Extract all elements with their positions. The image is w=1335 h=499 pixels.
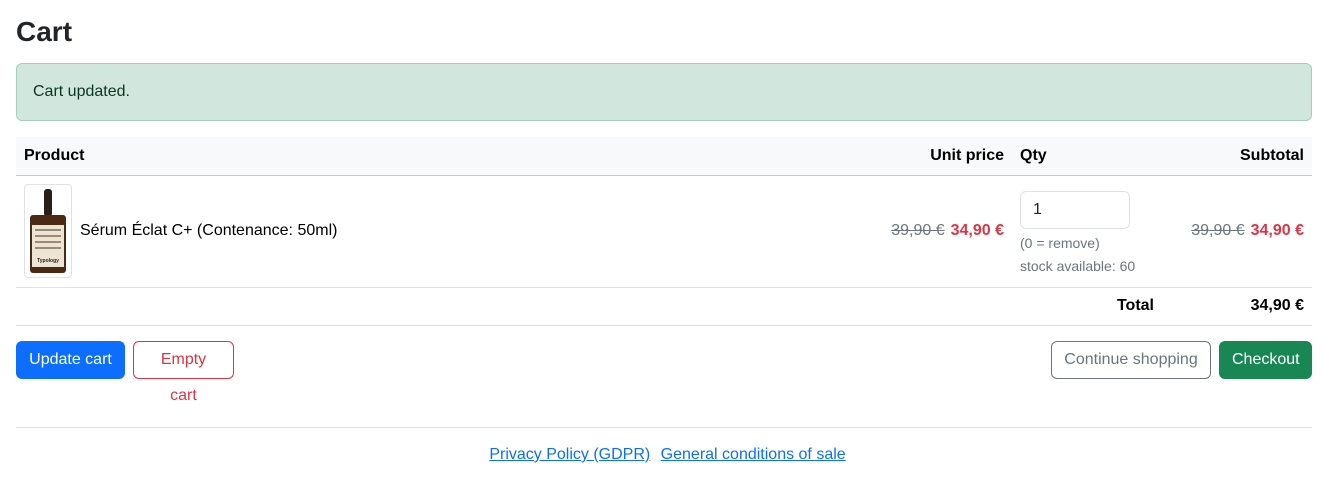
total-row: Total 34,90 € <box>16 287 1312 325</box>
total-label: Total <box>1116 297 1154 314</box>
stock-available: stock available: 60 <box>1020 257 1136 274</box>
header-qty: Qty <box>1012 137 1162 176</box>
header-subtotal: Subtotal <box>1162 137 1312 176</box>
privacy-policy-link[interactable]: Privacy Policy (GDPR) <box>489 446 650 463</box>
empty-cart-button[interactable]: Empty cart <box>133 341 234 404</box>
product-name[interactable]: Sérum Éclat C+ (Contenance: 50ml) <box>80 222 337 240</box>
footer-links: Privacy Policy (GDPR) General conditions… <box>0 446 1335 464</box>
unit-price-cell: 39,90 € 34,90 € <box>862 175 1012 287</box>
product-cell: Typology Sérum Éclat C+ (Contenance: 50m… <box>16 175 862 287</box>
subtotal-old: 39,90 € <box>1191 222 1245 239</box>
total-value: 34,90 € <box>1250 297 1304 314</box>
unit-price-old: 39,90 € <box>891 222 945 239</box>
table-header-row: Product Unit price Qty Subtotal <box>16 137 1312 176</box>
qty-remove-hint: (0 = remove) <box>1020 234 1100 251</box>
cart-table: Product Unit price Qty Subtotal Typology… <box>16 137 1312 326</box>
footer-divider <box>16 427 1312 428</box>
header-unit-price: Unit price <box>862 137 1012 176</box>
unit-price-new: 34,90 € <box>950 222 1004 239</box>
header-product: Product <box>16 137 862 176</box>
product-thumbnail[interactable]: Typology <box>24 184 72 278</box>
page-title: Cart <box>16 16 73 47</box>
table-row: Typology Sérum Éclat C+ (Contenance: 50m… <box>16 175 1312 287</box>
quantity-input[interactable] <box>1020 190 1130 229</box>
subtotal-new: 34,90 € <box>1250 222 1304 239</box>
cart-updated-alert: Cart updated. <box>16 63 1312 121</box>
continue-shopping-button[interactable]: Continue shopping <box>1051 341 1211 379</box>
subtotal-cell: 39,90 € 34,90 € <box>1162 175 1312 287</box>
checkout-button[interactable]: Checkout <box>1219 341 1312 379</box>
general-conditions-link[interactable]: General conditions of sale <box>661 446 846 463</box>
update-cart-button[interactable]: Update cart <box>16 341 125 379</box>
qty-cell: (0 = remove) stock available: 60 <box>1012 175 1162 287</box>
product-thumbnail-brand: Typology <box>37 258 59 264</box>
